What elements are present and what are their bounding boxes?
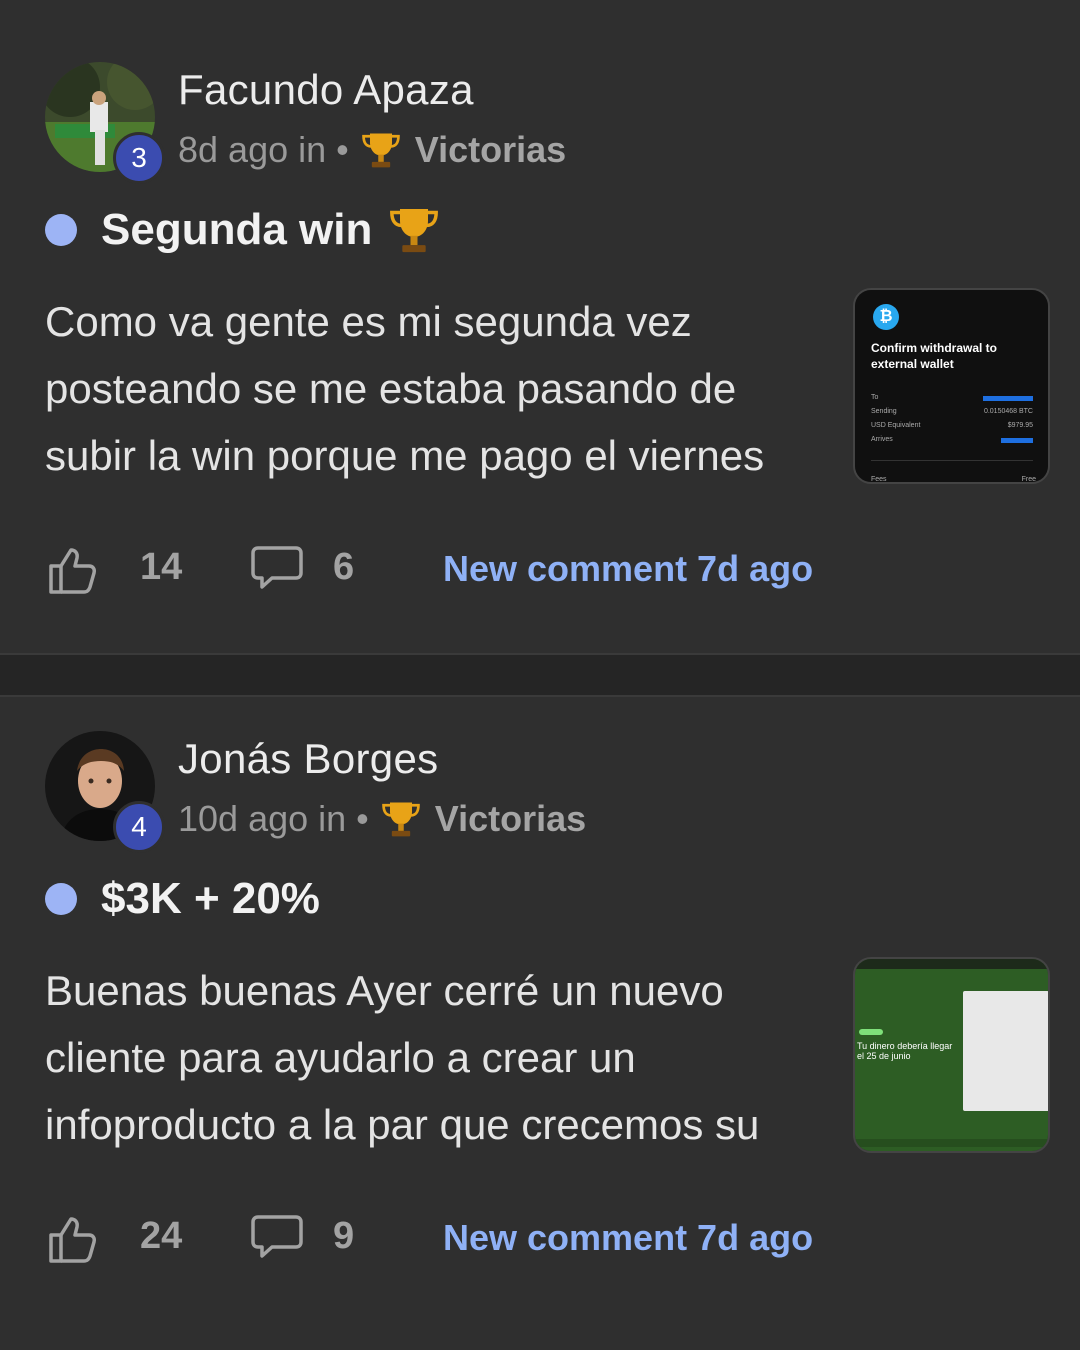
detail-label: USD Equivalent	[871, 422, 921, 429]
thumbnail-details: To Sending 0.0150468 BTC USD Equivalent …	[871, 394, 1033, 450]
post-body[interactable]: Buenas buenas Ayer cerré un nuevo client…	[45, 957, 815, 1158]
thumbnail-panel	[963, 991, 1048, 1111]
post-category-link[interactable]: Victorias	[415, 129, 566, 171]
divider	[871, 460, 1033, 461]
detail-label: Arrives	[871, 436, 893, 443]
level-badge: 4	[113, 801, 165, 853]
post-thumbnail[interactable]: Tu dinero debería llegar el 25 de junio	[853, 957, 1050, 1153]
post-divider	[0, 653, 1080, 697]
thumbnail-heading: Confirm withdrawal to external wallet	[871, 341, 997, 371]
redacted-bar	[983, 396, 1033, 401]
post-title-row[interactable]: $3K + 20%	[45, 869, 320, 929]
thumbnail-footer-left: Fees	[871, 476, 887, 483]
trophy-icon	[381, 802, 420, 837]
trophy-icon	[361, 133, 400, 168]
bitcoin-icon: ₿	[873, 304, 899, 330]
new-comment-link[interactable]: New comment 7d ago	[443, 548, 813, 590]
thumbnail-footer-right: Free	[1021, 476, 1036, 483]
post-title[interactable]: Segunda win	[101, 205, 372, 255]
browser-tab-bar	[855, 959, 1048, 969]
comment-bubble-icon[interactable]	[250, 1213, 304, 1263]
post-card[interactable]: 4 Jonás Borges 10d ago in • Victorias $3…	[0, 697, 1080, 1350]
author-avatar[interactable]: 4	[45, 731, 165, 853]
green-bar	[859, 1029, 883, 1035]
post-actions: 14 6 New comment 7d ago	[45, 540, 1045, 600]
post-title[interactable]: $3K + 20%	[101, 874, 320, 924]
meta-separator: •	[336, 129, 349, 170]
unread-dot-icon	[45, 214, 77, 246]
post-body-line: Como va gente es mi segunda vez	[45, 298, 692, 345]
detail-label: To	[871, 394, 879, 401]
post-body-line: Buenas buenas Ayer cerré un nuevo	[45, 967, 724, 1014]
like-count: 24	[140, 1215, 183, 1257]
detail-value: 0.0150468 BTC	[983, 408, 1033, 415]
footer-stripe	[855, 1139, 1048, 1147]
post-body-line: posteando se me estaba pasando de	[45, 365, 737, 412]
post-meta: 10d ago in • Victorias	[178, 797, 586, 841]
post-body-line: infoproducto a la par que crecemos su	[45, 1101, 760, 1148]
trophy-icon	[390, 209, 439, 253]
comment-count: 9	[333, 1215, 355, 1257]
meta-separator: •	[356, 798, 369, 839]
comment-count: 6	[333, 546, 355, 588]
post-actions: 24 9 New comment 7d ago	[45, 1209, 1045, 1269]
post-author-row: 4 Jonás Borges 10d ago in • Victorias	[45, 731, 1045, 853]
redacted-bar	[1001, 438, 1033, 443]
thumbnail-caption: Tu dinero debería llegar el 25 de junio	[857, 1041, 953, 1061]
level-badge: 3	[113, 132, 165, 184]
unread-dot-icon	[45, 883, 77, 915]
post-time: 8d ago in	[178, 129, 327, 170]
author-name[interactable]: Facundo Apaza	[178, 66, 474, 114]
post-body-line: subir la win porque me pago el viernes	[45, 432, 765, 479]
post-body-line: cliente para ayudarlo a crear un	[45, 1034, 636, 1081]
like-thumbs-up-icon[interactable]	[45, 542, 101, 598]
new-comment-link[interactable]: New comment 7d ago	[443, 1217, 813, 1259]
comment-bubble-icon[interactable]	[250, 544, 304, 594]
like-count: 14	[140, 546, 183, 588]
detail-value: $979.95	[1007, 422, 1033, 429]
post-meta: 8d ago in • Victorias	[178, 128, 566, 172]
post-category-link[interactable]: Victorias	[435, 798, 586, 840]
author-name[interactable]: Jonás Borges	[178, 735, 438, 783]
post-thumbnail[interactable]: ₿ Confirm withdrawal to external wallet …	[853, 288, 1050, 484]
post-card[interactable]: 3 Facundo Apaza 8d ago in • Victorias Se…	[0, 0, 1080, 653]
like-thumbs-up-icon[interactable]	[45, 1211, 101, 1267]
post-title-row[interactable]: Segunda win	[45, 200, 442, 260]
post-body[interactable]: Como va gente es mi segunda vez posteand…	[45, 288, 815, 489]
post-time: 10d ago in	[178, 798, 347, 839]
community-feed: 3 Facundo Apaza 8d ago in • Victorias Se…	[0, 0, 1080, 1350]
detail-label: Sending	[871, 408, 897, 415]
author-avatar[interactable]: 3	[45, 62, 165, 184]
post-author-row: 3 Facundo Apaza 8d ago in • Victorias	[45, 62, 1045, 184]
